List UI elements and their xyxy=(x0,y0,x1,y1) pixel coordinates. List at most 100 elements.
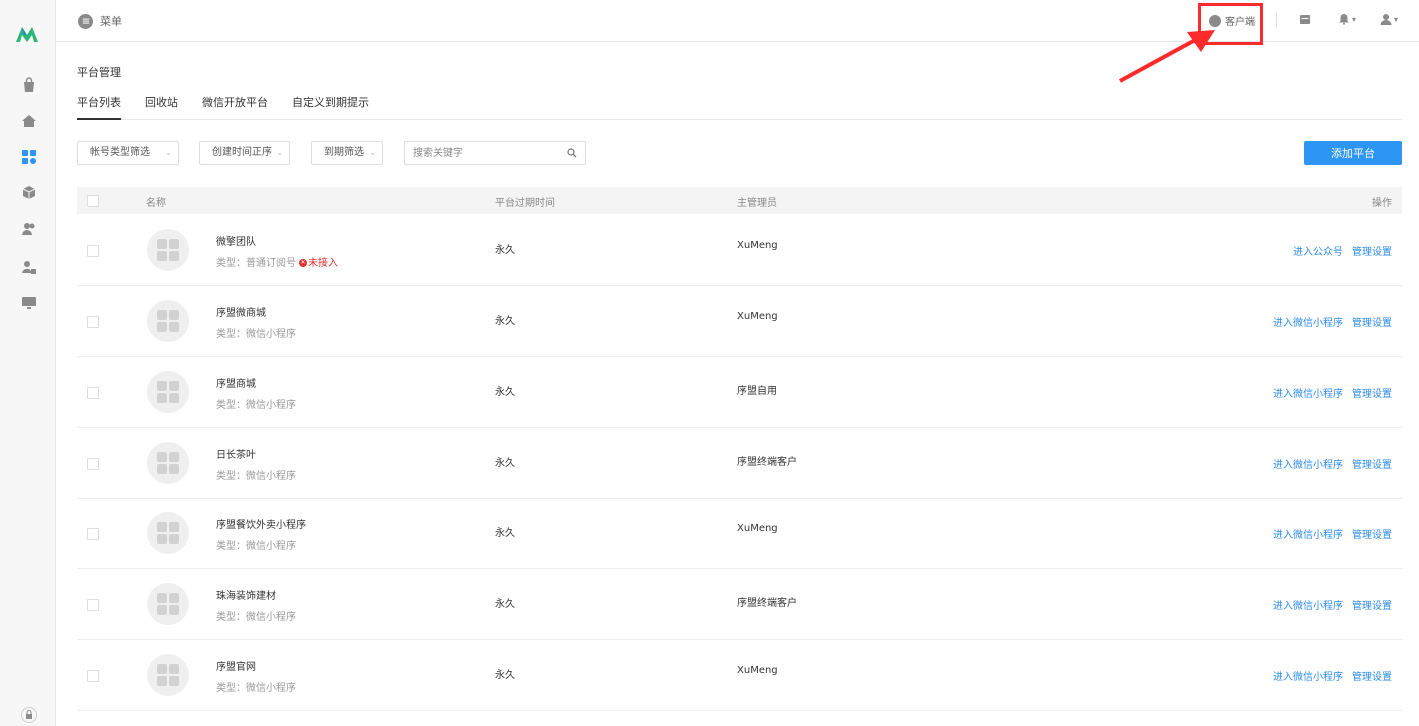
admin-name: XuMeng xyxy=(737,311,778,322)
enter-platform-link[interactable]: 进入微信小程序 xyxy=(1273,456,1343,471)
search-icon[interactable] xyxy=(567,148,577,158)
chevron-down-icon: ⌄ xyxy=(276,148,283,157)
enter-platform-link[interactable]: 进入微信小程序 xyxy=(1273,668,1343,683)
header-ops: 操作 xyxy=(1372,198,1392,209)
platform-type: 类型：微信小程序 xyxy=(216,396,296,411)
account-type-filter[interactable]: 帐号类型筛选 ⌄ xyxy=(77,141,179,165)
header-expire: 平台过期时间 xyxy=(495,198,555,209)
row-actions: 进入微信小程序 管理设置 xyxy=(1273,456,1392,471)
row-actions: 进入微信小程序 管理设置 xyxy=(1273,526,1392,541)
monitor-icon[interactable] xyxy=(20,294,38,312)
platform-type: 类型：微信小程序 xyxy=(216,325,296,340)
create-time-sort-label: 创建时间正序 xyxy=(212,147,272,158)
add-platform-button[interactable]: 添加平台 xyxy=(1304,141,1402,165)
manage-settings-link[interactable]: 管理设置 xyxy=(1352,385,1392,400)
expire-time: 永久 xyxy=(495,599,515,610)
manage-settings-link[interactable]: 管理设置 xyxy=(1352,668,1392,683)
manage-settings-link[interactable]: 管理设置 xyxy=(1352,456,1392,471)
row-checkbox[interactable] xyxy=(87,387,99,399)
enter-platform-link[interactable]: 进入公众号 xyxy=(1293,243,1343,258)
enter-platform-link[interactable]: 进入微信小程序 xyxy=(1273,385,1343,400)
expire-filter[interactable]: 到期筛选 ⌄ xyxy=(311,141,383,165)
select-all-checkbox[interactable] xyxy=(87,195,99,207)
platform-type: 类型：微信小程序 xyxy=(216,467,296,482)
platform-avatar-icon xyxy=(147,371,189,413)
expire-time: 永久 xyxy=(495,458,515,469)
table-row: 日长茶叶 类型：微信小程序 永久 序盟终端客户 进入微信小程序 管理设置 xyxy=(77,428,1402,499)
lock-icon[interactable] xyxy=(20,706,38,724)
enter-platform-link[interactable]: 进入微信小程序 xyxy=(1273,597,1343,612)
table-row: 序盟官网 类型：微信小程序 永久 XuMeng 进入微信小程序 管理设置 xyxy=(77,640,1402,711)
divider xyxy=(1276,13,1277,27)
tab-recycle-bin[interactable]: 回收站 xyxy=(145,95,178,120)
menu-label: 菜单 xyxy=(100,15,122,28)
tab-wechat-open-platform[interactable]: 微信开放平台 xyxy=(202,95,268,120)
manage-settings-link[interactable]: 管理设置 xyxy=(1352,243,1392,258)
tab-platform-list[interactable]: 平台列表 xyxy=(77,95,121,120)
platform-avatar-icon xyxy=(147,229,189,271)
table-row: 微擎团队 类型：普通订阅号 ✕ 未接入 永久 XuMeng 进入公众号 管理设置 xyxy=(77,215,1402,286)
users-icon[interactable] xyxy=(20,220,38,238)
globe-icon xyxy=(1209,14,1221,27)
platform-type: 类型：微信小程序 xyxy=(216,679,296,694)
apps-icon[interactable] xyxy=(20,148,38,166)
row-checkbox[interactable] xyxy=(87,458,99,470)
row-actions: 进入微信小程序 管理设置 xyxy=(1273,385,1392,400)
admin-name: XuMeng xyxy=(737,665,778,676)
expire-time: 永久 xyxy=(495,670,515,681)
platform-name: 日长茶叶 xyxy=(216,450,256,461)
header-admin: 主管理员 xyxy=(737,198,777,209)
chevron-down-icon: ▾ xyxy=(1394,14,1399,24)
enter-platform-link[interactable]: 进入微信小程序 xyxy=(1273,314,1343,329)
tab-custom-expire-notice[interactable]: 自定义到期提示 xyxy=(292,95,369,120)
user-icon[interactable]: ▾ xyxy=(1380,13,1398,25)
row-actions: 进入微信小程序 管理设置 xyxy=(1273,314,1392,329)
platform-name: 微擎团队 xyxy=(216,237,256,248)
row-checkbox[interactable] xyxy=(87,316,99,328)
platform-name: 序盟官网 xyxy=(216,662,256,673)
client-button[interactable]: 客户端 xyxy=(1209,13,1256,28)
calendar-icon[interactable] xyxy=(1299,13,1311,25)
tab-bar: 平台列表 回收站 微信开放平台 自定义到期提示 xyxy=(77,95,1402,120)
row-checkbox[interactable] xyxy=(87,670,99,682)
row-checkbox[interactable] xyxy=(87,245,99,257)
logo-icon[interactable] xyxy=(15,24,39,44)
manage-settings-link[interactable]: 管理设置 xyxy=(1352,526,1392,541)
expire-time: 永久 xyxy=(495,316,515,327)
admin-name: XuMeng xyxy=(737,523,778,534)
table-row: 珠海装饰建材 类型：微信小程序 永久 序盟终端客户 进入微信小程序 管理设置 xyxy=(77,569,1402,640)
expire-filter-label: 到期筛选 xyxy=(324,147,364,158)
enter-platform-link[interactable]: 进入微信小程序 xyxy=(1273,526,1343,541)
table-row: 序盟微商城 类型：微信小程序 永久 XuMeng 进入微信小程序 管理设置 xyxy=(77,286,1402,357)
platform-avatar-icon xyxy=(147,654,189,696)
row-checkbox[interactable] xyxy=(87,599,99,611)
package-icon[interactable] xyxy=(20,184,38,202)
status-badge: 未接入 xyxy=(308,258,338,269)
expire-time: 永久 xyxy=(495,528,515,539)
platform-type: 类型：微信小程序 xyxy=(216,608,296,623)
row-actions: 进入公众号 管理设置 xyxy=(1293,243,1392,258)
client-label: 客户端 xyxy=(1225,17,1255,28)
chevron-down-icon: ⌄ xyxy=(369,148,376,157)
row-checkbox[interactable] xyxy=(87,528,99,540)
menu-toggle-button[interactable]: 菜单 xyxy=(78,13,122,29)
platform-type-label: 类型：微信小程序 xyxy=(216,471,296,482)
shopping-bag-icon[interactable] xyxy=(20,76,38,94)
platform-type-label: 类型：微信小程序 xyxy=(216,683,296,694)
platform-name: 序盟微商城 xyxy=(216,308,266,319)
platform-type-label: 类型：微信小程序 xyxy=(216,612,296,623)
manage-settings-link[interactable]: 管理设置 xyxy=(1352,597,1392,612)
expire-time: 永久 xyxy=(495,387,515,398)
create-time-sort[interactable]: 创建时间正序 ⌄ xyxy=(199,141,290,165)
platform-avatar-icon xyxy=(147,300,189,342)
platform-avatar-icon xyxy=(147,512,189,554)
admin-name: 序盟自用 xyxy=(737,386,777,397)
chevron-down-icon: ▾ xyxy=(1352,14,1357,24)
search-input[interactable] xyxy=(405,142,555,164)
header-name: 名称 xyxy=(146,198,166,209)
manage-settings-link[interactable]: 管理设置 xyxy=(1352,314,1392,329)
page-title: 平台管理 xyxy=(77,66,121,79)
home-icon[interactable] xyxy=(20,112,38,130)
user-lock-icon[interactable] xyxy=(20,258,38,276)
bell-icon[interactable]: ▾ xyxy=(1338,13,1356,25)
